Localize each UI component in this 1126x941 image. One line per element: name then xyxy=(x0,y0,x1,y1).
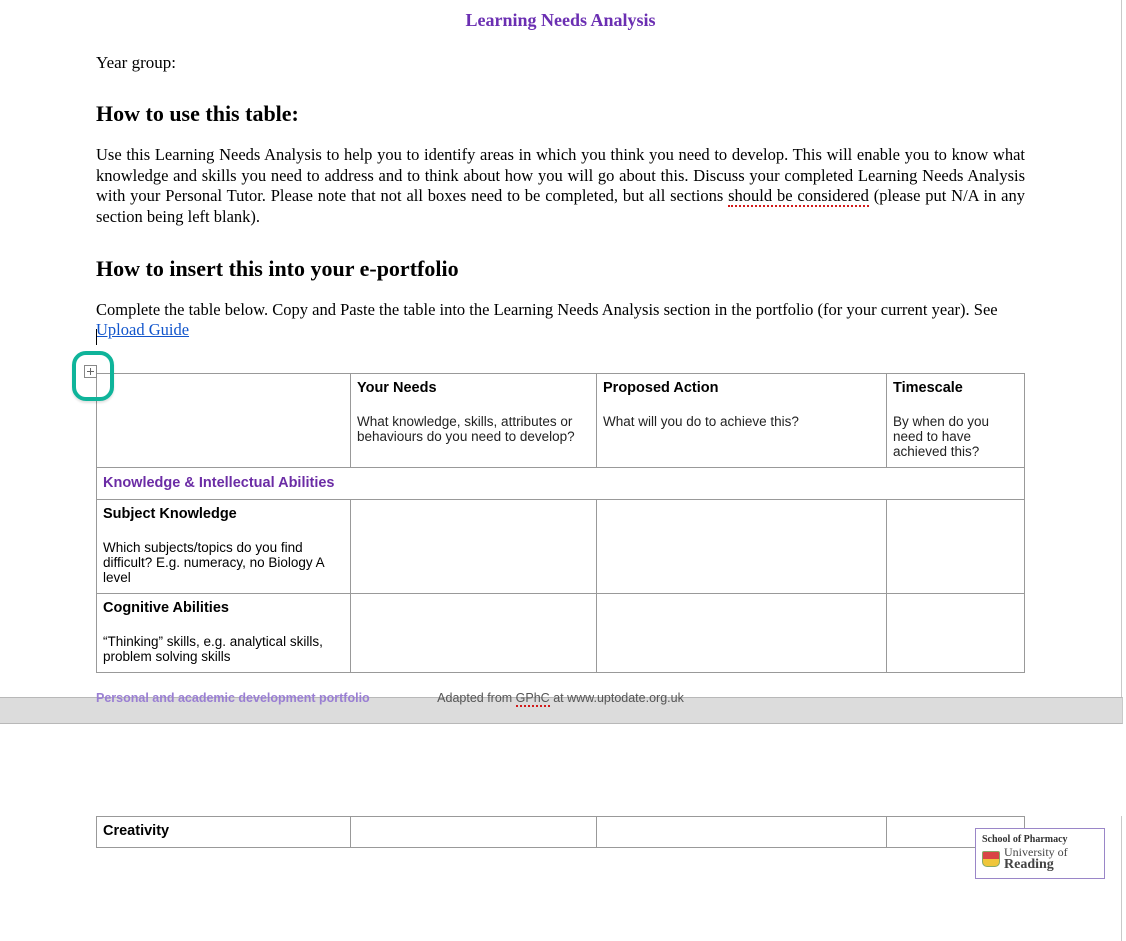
table-header-row: Your Needs What knowledge, skills, attri… xyxy=(97,373,1025,467)
header-timescale[interactable]: Timescale By when do you need to have ac… xyxy=(887,373,1025,467)
uni-name-bottom: Reading xyxy=(1004,858,1068,872)
category-cell[interactable]: Knowledge & Intellectual Abilities xyxy=(97,467,1025,499)
table-row: Cognitive Abilities “Thinking” skills, e… xyxy=(97,593,1025,672)
category-row: Knowledge & Intellectual Abilities xyxy=(97,467,1025,499)
proposed-action-cell[interactable] xyxy=(597,593,887,672)
university-name: University of Reading xyxy=(1004,846,1068,872)
section-heading-how-to-use: How to use this table: xyxy=(96,101,1025,127)
uni-name-top: University of xyxy=(1004,845,1068,859)
your-needs-cell[interactable] xyxy=(351,817,597,848)
document-viewport: Learning Needs Analysis Year group: How … xyxy=(0,0,1126,941)
move-icon xyxy=(84,365,97,378)
page-footer: Personal and academic development portfo… xyxy=(0,673,1121,705)
page-1: Learning Needs Analysis Year group: How … xyxy=(0,0,1122,697)
your-needs-cell[interactable] xyxy=(351,593,597,672)
document-title: Learning Needs Analysis xyxy=(96,0,1025,31)
school-badge: School of Pharmacy University of Reading xyxy=(975,828,1105,879)
row-label-cell[interactable]: Subject Knowledge Which subjects/topics … xyxy=(97,499,351,593)
university-shield-icon xyxy=(982,851,1000,867)
footer-center-b: at www.uptodate.org.uk xyxy=(550,691,684,705)
timescale-cell[interactable] xyxy=(887,593,1025,672)
header-blank[interactable] xyxy=(97,373,351,467)
header-sub: What knowledge, skills, attributes or be… xyxy=(357,414,590,444)
row-sub: Which subjects/topics do you find diffic… xyxy=(103,540,344,585)
proposed-action-cell[interactable] xyxy=(597,817,887,848)
row-label-cell[interactable]: Cognitive Abilities “Thinking” skills, e… xyxy=(97,593,351,672)
row-title: Cognitive Abilities xyxy=(103,600,344,616)
proposed-action-cell[interactable] xyxy=(597,499,887,593)
eportfolio-text: Complete the table below. Copy and Paste… xyxy=(96,300,998,319)
header-title: Timescale xyxy=(893,380,1018,396)
intro-paragraph: Use this Learning Needs Analysis to help… xyxy=(96,145,1025,228)
header-sub: What will you do to achieve this? xyxy=(603,414,880,429)
row-title: Creativity xyxy=(103,823,344,839)
lna-table[interactable]: Your Needs What knowledge, skills, attri… xyxy=(96,373,1025,673)
row-label-cell[interactable]: Creativity xyxy=(97,817,351,848)
lna-table-container: Your Needs What knowledge, skills, attri… xyxy=(96,373,1025,673)
category-label: Knowledge & Intellectual Abilities xyxy=(103,475,335,491)
spellcheck-underline: should be considered xyxy=(728,186,869,207)
badge-line1: School of Pharmacy xyxy=(982,834,1098,845)
table-row: Creativity xyxy=(97,817,1025,848)
timescale-cell[interactable] xyxy=(887,499,1025,593)
header-your-needs[interactable]: Your Needs What knowledge, skills, attri… xyxy=(351,373,597,467)
table-move-handle[interactable] xyxy=(84,365,97,383)
lna-table-container-page2: Creativity xyxy=(0,816,1121,848)
page-2: School of Pharmacy University of Reading… xyxy=(0,816,1122,941)
header-title: Your Needs xyxy=(357,380,590,396)
row-title: Subject Knowledge xyxy=(103,506,344,522)
header-sub: By when do you need to have achieved thi… xyxy=(893,414,1018,459)
row-sub: “Thinking” skills, e.g. analytical skill… xyxy=(103,634,344,664)
lna-table-page2[interactable]: Creativity xyxy=(96,816,1025,848)
table-row: Subject Knowledge Which subjects/topics … xyxy=(97,499,1025,593)
upload-guide-link[interactable]: Upload Guide xyxy=(96,320,189,339)
document-body: Learning Needs Analysis Year group: How … xyxy=(0,0,1121,673)
text-cursor-icon xyxy=(96,329,97,345)
footer-center-text: Adapted from GPhC at www.uptodate.org.uk xyxy=(0,691,1121,705)
spellcheck-underline: GPhC xyxy=(516,691,550,707)
year-group-label: Year group: xyxy=(96,53,1025,73)
your-needs-cell[interactable] xyxy=(351,499,597,593)
header-title: Proposed Action xyxy=(603,380,880,396)
section-heading-eportfolio: How to insert this into your e-portfolio xyxy=(96,256,1025,282)
eportfolio-paragraph: Complete the table below. Copy and Paste… xyxy=(96,300,1025,341)
header-proposed-action[interactable]: Proposed Action What will you do to achi… xyxy=(597,373,887,467)
footer-center-a: Adapted from xyxy=(437,691,516,705)
